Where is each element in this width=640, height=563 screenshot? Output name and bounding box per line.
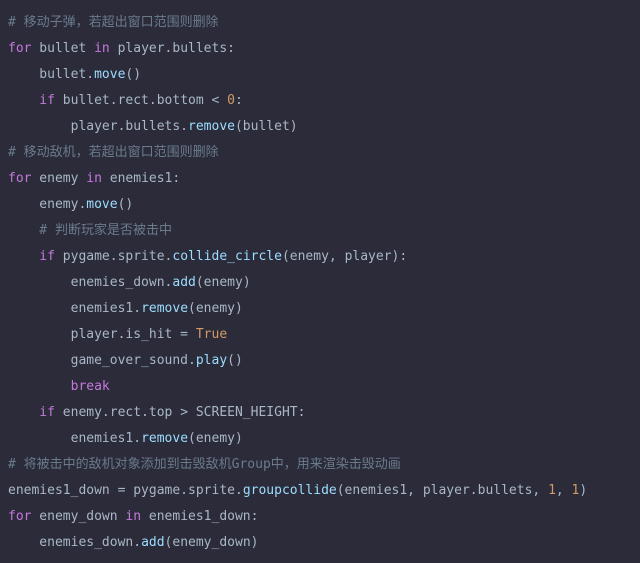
code-line: for enemy_down in enemies1_down: <box>8 504 632 530</box>
keyword-in: in <box>86 171 102 186</box>
func-call: remove <box>141 431 188 446</box>
code-line: # 移动子弹，若超出窗口范围则删除 <box>8 10 632 36</box>
expr: pygame.sprite. <box>55 249 172 264</box>
func-call: remove <box>188 119 235 134</box>
code-line: enemy.move() <box>8 192 632 218</box>
code-line: bullet.move() <box>8 62 632 88</box>
code-line: # 判断玩家是否被击中 <box>8 218 632 244</box>
code-block: # 移动子弹，若超出窗口范围则删除 for bullet in player.bu… <box>8 10 632 556</box>
parens: () <box>118 197 134 212</box>
code-line: enemies1.remove(enemy) <box>8 296 632 322</box>
keyword-if: if <box>8 93 55 108</box>
expr: player.bullets: <box>110 41 235 56</box>
code-line: break <box>8 374 632 400</box>
code-line: for enemy in enemies1: <box>8 166 632 192</box>
var: enemy <box>31 171 86 186</box>
func-call: move <box>94 67 125 82</box>
expr: player.is_hit = <box>8 327 196 342</box>
expr: enemies1_down: <box>141 509 258 524</box>
func-call: play <box>196 353 227 368</box>
parens: () <box>227 353 243 368</box>
code-line: if bullet.rect.bottom < 0: <box>8 88 632 114</box>
args: (enemies1, player.bullets, <box>337 483 548 498</box>
number: 0 <box>227 93 235 108</box>
code-line: enemies_down.add(enemy_down) <box>8 530 632 556</box>
func-call: add <box>172 275 195 290</box>
comment-text: # 将被击中的敌机对象添加到击毁敌机Group中，用来渲染击毁动画 <box>8 457 401 472</box>
keyword-if: if <box>8 405 55 420</box>
keyword-in: in <box>125 509 141 524</box>
comma: , <box>556 483 572 498</box>
args: (enemy_down) <box>165 535 259 550</box>
code-line: enemies1.remove(enemy) <box>8 426 632 452</box>
args: (enemy, player): <box>282 249 407 264</box>
code-line: game_over_sound.play() <box>8 348 632 374</box>
var: bullet <box>31 41 94 56</box>
func-call: groupcollide <box>243 483 337 498</box>
code-line: enemies1_down = pygame.sprite.groupcolli… <box>8 478 632 504</box>
keyword-if: if <box>8 249 55 264</box>
colon: : <box>235 93 243 108</box>
keyword-in: in <box>94 41 110 56</box>
parens: () <box>125 67 141 82</box>
code-line: player.bullets.remove(bullet) <box>8 114 632 140</box>
expr: enemies1. <box>8 431 141 446</box>
const-true: True <box>196 327 227 342</box>
comment-text: # 判断玩家是否被击中 <box>8 223 172 238</box>
code-line: for bullet in player.bullets: <box>8 36 632 62</box>
expr: player.bullets. <box>8 119 188 134</box>
comment-text: # 移动子弹，若超出窗口范围则删除 <box>8 15 219 30</box>
expr: enemy. <box>8 197 86 212</box>
comment-text: # 移动敌机，若超出窗口范围则删除 <box>8 145 219 160</box>
keyword-break: break <box>8 379 110 394</box>
code-line: # 移动敌机，若超出窗口范围则删除 <box>8 140 632 166</box>
expr: enemy.rect.top > SCREEN_HEIGHT: <box>55 405 305 420</box>
code-line: if enemy.rect.top > SCREEN_HEIGHT: <box>8 400 632 426</box>
expr: enemies1. <box>8 301 141 316</box>
expr: enemies1_down = pygame.sprite. <box>8 483 243 498</box>
code-line: # 将被击中的敌机对象添加到击毁敌机Group中，用来渲染击毁动画 <box>8 452 632 478</box>
func-call: add <box>141 535 164 550</box>
args: (enemy) <box>188 301 243 316</box>
args: (enemy) <box>196 275 251 290</box>
expr: bullet. <box>8 67 94 82</box>
expr: enemies1: <box>102 171 180 186</box>
keyword-for: for <box>8 509 31 524</box>
func-call: move <box>86 197 117 212</box>
number: 1 <box>548 483 556 498</box>
code-line: enemies_down.add(enemy) <box>8 270 632 296</box>
expr: enemies_down. <box>8 535 141 550</box>
expr: bullet.rect.bottom < <box>55 93 227 108</box>
code-line: if pygame.sprite.collide_circle(enemy, p… <box>8 244 632 270</box>
func-call: collide_circle <box>172 249 282 264</box>
close-paren: ) <box>579 483 587 498</box>
code-line: player.is_hit = True <box>8 322 632 348</box>
keyword-for: for <box>8 171 31 186</box>
func-call: remove <box>141 301 188 316</box>
args: (bullet) <box>235 119 298 134</box>
keyword-for: for <box>8 41 31 56</box>
var: enemy_down <box>31 509 125 524</box>
expr: game_over_sound. <box>8 353 196 368</box>
expr: enemies_down. <box>8 275 172 290</box>
args: (enemy) <box>188 431 243 446</box>
